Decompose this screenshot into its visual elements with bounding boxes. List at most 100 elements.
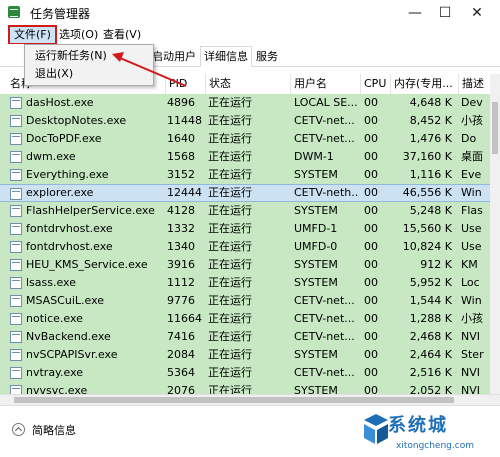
cell-name: FlashHelperService.exe	[26, 204, 155, 217]
cell-cpu: 00	[364, 366, 378, 379]
menu-file[interactable]: 文件(F)	[8, 25, 57, 45]
cell-user: CETV-net...	[294, 294, 355, 307]
table-row[interactable]: nvvsvc.exe 2076 正在运行 SYSTEM 00 2,052 K NVI	[0, 382, 490, 394]
cell-mem: 46,556 K	[402, 186, 452, 199]
cell-status: 正在运行	[208, 168, 252, 181]
cell-mem: 2,468 K	[409, 330, 452, 343]
cell-status: 正在运行	[208, 294, 252, 307]
task-manager-icon	[8, 6, 20, 18]
cell-cpu: 00	[364, 294, 378, 307]
cell-status: 正在运行	[208, 240, 252, 253]
maximize-button[interactable]: ☐	[430, 3, 460, 23]
vertical-scroll-thumb[interactable]	[492, 102, 498, 154]
chevron-up-icon[interactable]	[12, 423, 25, 436]
table-row[interactable]: nvSCPAPISvr.exe 2084 正在运行 SYSTEM 00 2,464 K St…	[0, 346, 490, 364]
table-row[interactable]: fontdrvhost.exe 1340 正在运行 UMFD-0 00 10,824 K U…	[0, 238, 490, 256]
table-row[interactable]: FlashHelperService.exe 4128 正在运行 SYSTEM 00 5,…	[0, 202, 490, 220]
table-row[interactable]: DesktopNotes.exe 11448 正在运行 CETV-net... 00 8,…	[0, 112, 490, 130]
cell-pid: 3916	[167, 258, 195, 271]
close-button[interactable]: ✕	[462, 3, 492, 23]
table-row[interactable]: DocToPDF.exe 1640 正在运行 CETV-net... 00 1,476 K…	[0, 130, 490, 148]
cell-mem: 2,464 K	[409, 348, 452, 361]
cell-pid: 5364	[167, 366, 195, 379]
process-icon	[10, 205, 22, 217]
cell-pid: 11664	[167, 312, 202, 325]
tab-services[interactable]: 服务	[252, 46, 282, 67]
cell-mem: 912 K	[420, 258, 452, 271]
cell-pid: 2076	[167, 384, 195, 394]
cell-name: NvBackend.exe	[26, 330, 111, 343]
table-row[interactable]: notice.exe 11664 正在运行 CETV-net... 00 1,288 K 小…	[0, 310, 490, 328]
table-row[interactable]: dwm.exe 1568 正在运行 DWM-1 00 37,160 K 桌面	[0, 148, 490, 166]
table-row[interactable]: explorer.exe 12444 正在运行 CETV-neth... 00 46,55…	[0, 184, 490, 202]
minimize-button[interactable]: —	[400, 3, 430, 23]
process-icon	[10, 223, 22, 235]
cell-mem: 8,452 K	[409, 114, 452, 127]
cell-cpu: 00	[364, 348, 378, 361]
column-status[interactable]: 状态	[205, 74, 290, 94]
cell-user: SYSTEM	[294, 168, 338, 181]
cell-cpu: 00	[364, 258, 378, 271]
cell-desc: Use	[461, 240, 482, 253]
column-description[interactable]: 描述	[458, 74, 490, 94]
table-row[interactable]: Everything.exe 3152 正在运行 SYSTEM 00 1,116 K Eve	[0, 166, 490, 184]
table-row[interactable]: lsass.exe 1112 正在运行 SYSTEM 00 5,952 K Loc	[0, 274, 490, 292]
cell-status: 正在运行	[208, 132, 252, 145]
cell-desc: Flas	[461, 204, 483, 217]
table-row[interactable]: dasHost.exe 4896 正在运行 LOCAL SE... 00 4,648 K D…	[0, 94, 490, 112]
column-cpu[interactable]: CPU	[360, 74, 390, 94]
cell-user: CETV-neth...	[294, 186, 358, 199]
cell-name: MSASCuiL.exe	[26, 294, 105, 307]
cell-name: nvSCPAPISvr.exe	[26, 348, 118, 361]
tab-users[interactable]: 用户	[170, 46, 200, 67]
table-row[interactable]: fontdrvhost.exe 1332 正在运行 UMFD-1 00 15,560 K U…	[0, 220, 490, 238]
column-username[interactable]: 用户名	[290, 74, 360, 94]
column-memory[interactable]: 内存(专用...	[390, 74, 458, 94]
cell-mem: 2,516 K	[409, 366, 452, 379]
cell-status: 正在运行	[208, 204, 252, 217]
cell-user: CETV-net...	[294, 312, 355, 325]
cell-pid: 4896	[167, 96, 195, 109]
cell-cpu: 00	[364, 186, 378, 199]
cell-mem: 5,248 K	[409, 204, 452, 217]
menu-run-new-task[interactable]: 运行新任务(N)	[35, 48, 107, 64]
table-row[interactable]: nvtray.exe 5364 正在运行 CETV-net... 00 2,516 K NV…	[0, 364, 490, 382]
cell-name: lsass.exe	[26, 276, 76, 289]
cell-status: 正在运行	[208, 348, 252, 361]
cell-desc: Eve	[461, 168, 482, 181]
cell-desc: 小孩	[461, 114, 483, 127]
menu-view[interactable]: 查看(V)	[100, 27, 144, 43]
process-icon	[10, 331, 22, 343]
table-row[interactable]: MSASCuiL.exe 9776 正在运行 CETV-net... 00 1,544 K…	[0, 292, 490, 310]
cell-cpu: 00	[364, 384, 378, 394]
cell-cpu: 00	[364, 150, 378, 163]
process-icon	[10, 313, 22, 325]
cell-pid: 1340	[167, 240, 195, 253]
cell-mem: 15,560 K	[402, 222, 452, 235]
menu-options[interactable]: 选项(O)	[56, 27, 101, 43]
cell-user: CETV-net...	[294, 114, 355, 127]
horizontal-scroll-thumb[interactable]	[14, 397, 454, 403]
process-icon	[10, 295, 22, 307]
cell-name: DocToPDF.exe	[26, 132, 102, 145]
cell-status: 正在运行	[208, 366, 252, 379]
vertical-scrollbar[interactable]	[490, 74, 500, 394]
cell-user: CETV-net...	[294, 330, 355, 343]
cell-status: 正在运行	[208, 258, 252, 271]
cell-status: 正在运行	[208, 276, 252, 289]
fewer-details-link[interactable]: 简略信息	[32, 422, 76, 438]
title-bar: 任务管理器 — ☐ ✕	[0, 0, 500, 27]
cell-desc: 桌面	[461, 150, 483, 163]
cell-pid: 1640	[167, 132, 195, 145]
table-row[interactable]: NvBackend.exe 7416 正在运行 CETV-net... 00 2,468 …	[0, 328, 490, 346]
tab-details[interactable]: 详细信息	[200, 46, 252, 67]
process-icon	[10, 241, 22, 253]
cell-mem: 4,648 K	[409, 96, 452, 109]
cell-mem: 1,288 K	[409, 312, 452, 325]
cell-user: SYSTEM	[294, 348, 338, 361]
file-menu-dropdown: 运行新任务(N) 退出(X)	[24, 44, 154, 86]
cell-status: 正在运行	[208, 96, 252, 109]
table-row[interactable]: HEU_KMS_Service.exe 3916 正在运行 SYSTEM 00 912 K…	[0, 256, 490, 274]
menu-exit[interactable]: 退出(X)	[35, 66, 73, 82]
column-pid[interactable]: PID	[165, 74, 205, 94]
